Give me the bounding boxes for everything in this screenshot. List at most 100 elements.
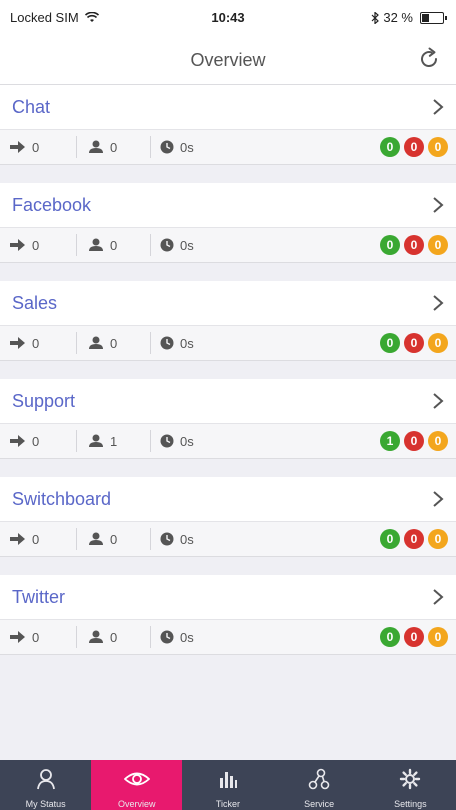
agents-stat: 1 xyxy=(88,424,117,458)
red-badge: 0 xyxy=(404,235,424,255)
divider xyxy=(150,234,151,256)
queue-list: Chat 0 0 0s 0 0 0 Facebook 0 0 0s 0 0 0 … xyxy=(0,85,456,673)
red-badge: 0 xyxy=(404,627,424,647)
arrow-right-icon xyxy=(10,435,25,447)
wait-time: 0s xyxy=(180,433,194,449)
inbound-stat: 0 xyxy=(10,620,39,654)
inbound-stat: 0 xyxy=(10,228,39,262)
red-badge: 0 xyxy=(404,529,424,549)
queue-name: Sales xyxy=(12,293,58,313)
status-badges: 1 0 0 xyxy=(380,431,448,451)
refresh-icon[interactable] xyxy=(416,46,442,72)
tab-ticker[interactable]: Ticker xyxy=(182,760,273,810)
wait-stat: 0s xyxy=(160,424,194,458)
tab-label: Service xyxy=(304,799,335,809)
status-badges: 0 0 0 xyxy=(380,333,448,353)
orange-badge: 0 xyxy=(428,333,448,353)
bar-chart-icon xyxy=(217,760,239,795)
tab-overview[interactable]: Overview xyxy=(91,760,183,810)
queue-stats: 0 0 0s 0 0 0 xyxy=(0,326,456,361)
agents-count: 0 xyxy=(110,629,118,645)
clock-icon xyxy=(160,630,174,644)
queue-name: Support xyxy=(12,391,76,411)
green-badge: 0 xyxy=(380,235,400,255)
green-badge: 0 xyxy=(380,627,400,647)
agents-count: 0 xyxy=(110,237,118,253)
gear-icon xyxy=(399,760,421,795)
green-badge: 0 xyxy=(380,137,400,157)
bluetooth-icon xyxy=(371,11,380,24)
chevron-right-icon xyxy=(433,99,444,115)
inbound-count: 0 xyxy=(32,433,40,449)
network-icon xyxy=(308,760,330,795)
divider xyxy=(150,332,151,354)
queue-name: Chat xyxy=(12,97,51,117)
clock-icon xyxy=(160,140,174,154)
arrow-right-icon xyxy=(10,141,25,153)
queue-header[interactable]: Switchboard xyxy=(0,477,456,522)
orange-badge: 0 xyxy=(428,431,448,451)
user-icon xyxy=(89,532,103,545)
inbound-count: 0 xyxy=(32,335,40,351)
queue-stats: 0 0 0s 0 0 0 xyxy=(0,228,456,263)
queue-group: Support 0 1 0s 1 0 0 xyxy=(0,379,456,459)
arrow-right-icon xyxy=(10,631,25,643)
agents-stat: 0 xyxy=(88,130,117,164)
tab-my-status[interactable]: My Status xyxy=(0,760,91,810)
status-badges: 0 0 0 xyxy=(380,137,448,157)
user-icon xyxy=(89,434,103,447)
queue-stats: 0 0 0s 0 0 0 xyxy=(0,130,456,165)
orange-badge: 0 xyxy=(428,235,448,255)
status-badges: 0 0 0 xyxy=(380,235,448,255)
battery-percent: 32 % xyxy=(383,10,413,25)
divider xyxy=(76,626,77,648)
green-badge: 0 xyxy=(380,333,400,353)
person-icon xyxy=(35,760,57,795)
tab-service[interactable]: Service xyxy=(274,760,365,810)
tab-label: Settings xyxy=(394,799,427,809)
queue-group: Switchboard 0 0 0s 0 0 0 xyxy=(0,477,456,557)
eye-icon xyxy=(123,760,151,795)
green-badge: 1 xyxy=(380,431,400,451)
queue-stats: 0 0 0s 0 0 0 xyxy=(0,620,456,655)
queue-group: Chat 0 0 0s 0 0 0 xyxy=(0,85,456,165)
user-icon xyxy=(89,238,103,251)
divider xyxy=(76,332,77,354)
inbound-stat: 0 xyxy=(10,130,39,164)
clock-icon xyxy=(160,434,174,448)
wait-time: 0s xyxy=(180,237,194,253)
orange-badge: 0 xyxy=(428,529,448,549)
clock-icon xyxy=(160,336,174,350)
inbound-stat: 0 xyxy=(10,326,39,360)
queue-group: Facebook 0 0 0s 0 0 0 xyxy=(0,183,456,263)
tab-settings[interactable]: Settings xyxy=(365,760,456,810)
inbound-count: 0 xyxy=(32,139,40,155)
page-title: Overview xyxy=(190,50,266,70)
agents-stat: 0 xyxy=(88,522,117,556)
wait-time: 0s xyxy=(180,139,194,155)
queue-group: Twitter 0 0 0s 0 0 0 xyxy=(0,575,456,655)
queue-header[interactable]: Sales xyxy=(0,281,456,326)
wait-stat: 0s xyxy=(160,326,194,360)
red-badge: 0 xyxy=(404,137,424,157)
agents-count: 1 xyxy=(110,433,118,449)
red-badge: 0 xyxy=(404,431,424,451)
agents-count: 0 xyxy=(110,531,118,547)
orange-badge: 0 xyxy=(428,627,448,647)
queue-header[interactable]: Chat xyxy=(0,85,456,130)
wait-time: 0s xyxy=(180,531,194,547)
divider xyxy=(76,430,77,452)
arrow-right-icon xyxy=(10,337,25,349)
agents-stat: 0 xyxy=(88,620,117,654)
divider xyxy=(76,528,77,550)
inbound-stat: 0 xyxy=(10,424,39,458)
arrow-right-icon xyxy=(10,533,25,545)
tab-label: Ticker xyxy=(215,799,241,809)
queue-name: Facebook xyxy=(12,195,92,215)
queue-group: Sales 0 0 0s 0 0 0 xyxy=(0,281,456,361)
clock-icon xyxy=(160,532,174,546)
queue-header[interactable]: Support xyxy=(0,379,456,424)
queue-header[interactable]: Facebook xyxy=(0,183,456,228)
queue-header[interactable]: Twitter xyxy=(0,575,456,620)
status-badges: 0 0 0 xyxy=(380,529,448,549)
